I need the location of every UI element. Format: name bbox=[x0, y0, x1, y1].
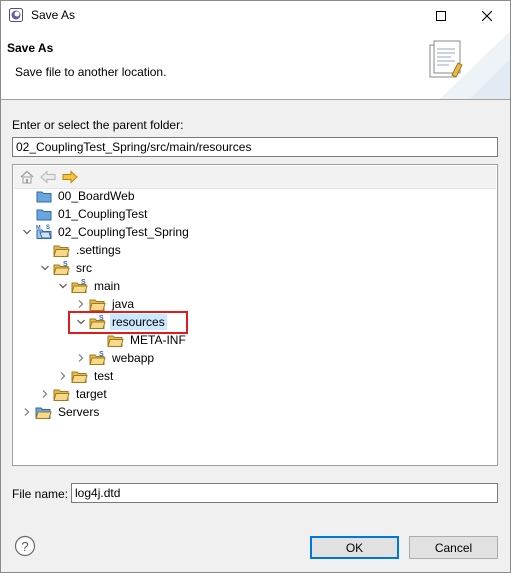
collapse-arrow-icon[interactable] bbox=[75, 313, 87, 331]
help-button[interactable]: ? bbox=[14, 535, 36, 557]
expand-arrow-icon[interactable] bbox=[75, 295, 87, 313]
dialog-banner: Save As Save file to another location. bbox=[1, 31, 510, 100]
ok-button[interactable]: OK bbox=[310, 536, 399, 559]
tree-item-01-couplingtest[interactable]: 01_CouplingTest bbox=[21, 205, 149, 223]
tree-item-label: webapp bbox=[112, 351, 155, 365]
collapse-arrow-icon[interactable] bbox=[21, 223, 33, 241]
eclipse-app-icon bbox=[9, 8, 23, 22]
home-icon[interactable] bbox=[20, 170, 34, 184]
tree-item-00-boardweb[interactable]: 00_BoardWeb bbox=[21, 187, 137, 205]
expand-arrow-icon[interactable] bbox=[21, 403, 33, 421]
tree-item-target[interactable]: target bbox=[39, 385, 109, 403]
tree-item-label: target bbox=[76, 387, 107, 401]
svg-text:S: S bbox=[46, 225, 50, 231]
folder-tree[interactable]: 00_BoardWeb 01_CouplingTest M S 02_CouplingT… bbox=[12, 164, 498, 466]
svg-text:M: M bbox=[36, 225, 41, 231]
banner-description: Save file to another location. bbox=[15, 65, 167, 79]
tree-item-label: 00_BoardWeb bbox=[58, 189, 135, 203]
parent-folder-input[interactable] bbox=[12, 137, 498, 157]
tree-item-label: src bbox=[76, 261, 92, 275]
tree-item-webapp[interactable]: Swebapp bbox=[75, 349, 156, 367]
file-name-input[interactable] bbox=[71, 483, 498, 503]
folder-icon bbox=[89, 296, 107, 312]
tree-item-servers[interactable]: Servers bbox=[21, 403, 101, 421]
project-closed-icon bbox=[35, 188, 53, 204]
tree-item-label: resources bbox=[110, 314, 167, 330]
svg-text:S: S bbox=[99, 351, 104, 358]
tree-item-java[interactable]: java bbox=[75, 295, 136, 313]
svg-text:S: S bbox=[81, 279, 86, 286]
back-arrow-icon[interactable] bbox=[40, 170, 56, 184]
close-button[interactable] bbox=[464, 1, 510, 31]
collapse-arrow-icon[interactable] bbox=[57, 277, 69, 295]
folder-icon bbox=[107, 332, 125, 348]
tree-item-label: java bbox=[112, 297, 135, 311]
source-folder-icon: S bbox=[89, 350, 107, 366]
expand-arrow-icon[interactable] bbox=[39, 385, 51, 403]
tree-item-src[interactable]: Ssrc bbox=[39, 259, 94, 277]
project-closed-icon bbox=[35, 206, 53, 222]
folder-icon bbox=[71, 368, 89, 384]
file-name-label: File name: bbox=[12, 487, 69, 501]
tree-item-settings[interactable]: .settings bbox=[39, 241, 123, 259]
help-icon: ? bbox=[14, 535, 36, 557]
close-icon bbox=[482, 11, 492, 21]
spring-project-icon: MS bbox=[35, 224, 53, 240]
save-wizard-icon bbox=[429, 31, 510, 99]
folder-open-icon bbox=[35, 404, 53, 420]
folder-icon bbox=[53, 242, 71, 258]
expand-arrow-icon[interactable] bbox=[75, 349, 87, 367]
cancel-button[interactable]: Cancel bbox=[409, 536, 498, 559]
tree-item-02-couplingtest-spring[interactable]: M S 02_CouplingTest_Spring bbox=[21, 223, 191, 241]
expand-arrow-icon[interactable] bbox=[57, 367, 69, 385]
banner-title: Save As bbox=[7, 41, 54, 55]
svg-text:S: S bbox=[99, 315, 104, 322]
maximize-icon bbox=[436, 11, 446, 21]
tree-item-label: main bbox=[94, 279, 121, 293]
svg-text:?: ? bbox=[21, 539, 28, 554]
tree-item-main[interactable]: Smain bbox=[57, 277, 122, 295]
tree-nav-bar bbox=[14, 166, 496, 189]
source-folder-icon: S bbox=[53, 260, 71, 276]
tree-item-resources[interactable]: Sresources bbox=[75, 313, 167, 331]
tree-item-label: test bbox=[94, 369, 114, 383]
folder-icon bbox=[53, 386, 71, 402]
forward-arrow-icon[interactable] bbox=[62, 170, 78, 184]
parent-folder-label: Enter or select the parent folder: bbox=[12, 118, 184, 132]
tree-item-meta-inf[interactable]: META-INF bbox=[93, 331, 188, 349]
maximize-button[interactable] bbox=[418, 1, 464, 31]
window-title: Save As bbox=[31, 8, 76, 22]
svg-text:S: S bbox=[63, 261, 68, 268]
tree-item-label: 02_CouplingTest_Spring bbox=[58, 225, 189, 239]
tree-item-label: META-INF bbox=[130, 333, 186, 347]
tree-item-label: 01_CouplingTest bbox=[58, 207, 148, 221]
tree-item-test[interactable]: test bbox=[57, 367, 115, 385]
tree-item-label: .settings bbox=[76, 243, 121, 257]
collapse-arrow-icon[interactable] bbox=[39, 259, 51, 277]
tree-item-label: Servers bbox=[58, 405, 100, 419]
source-folder-icon: S bbox=[89, 314, 107, 330]
source-folder-icon: S bbox=[71, 278, 89, 294]
